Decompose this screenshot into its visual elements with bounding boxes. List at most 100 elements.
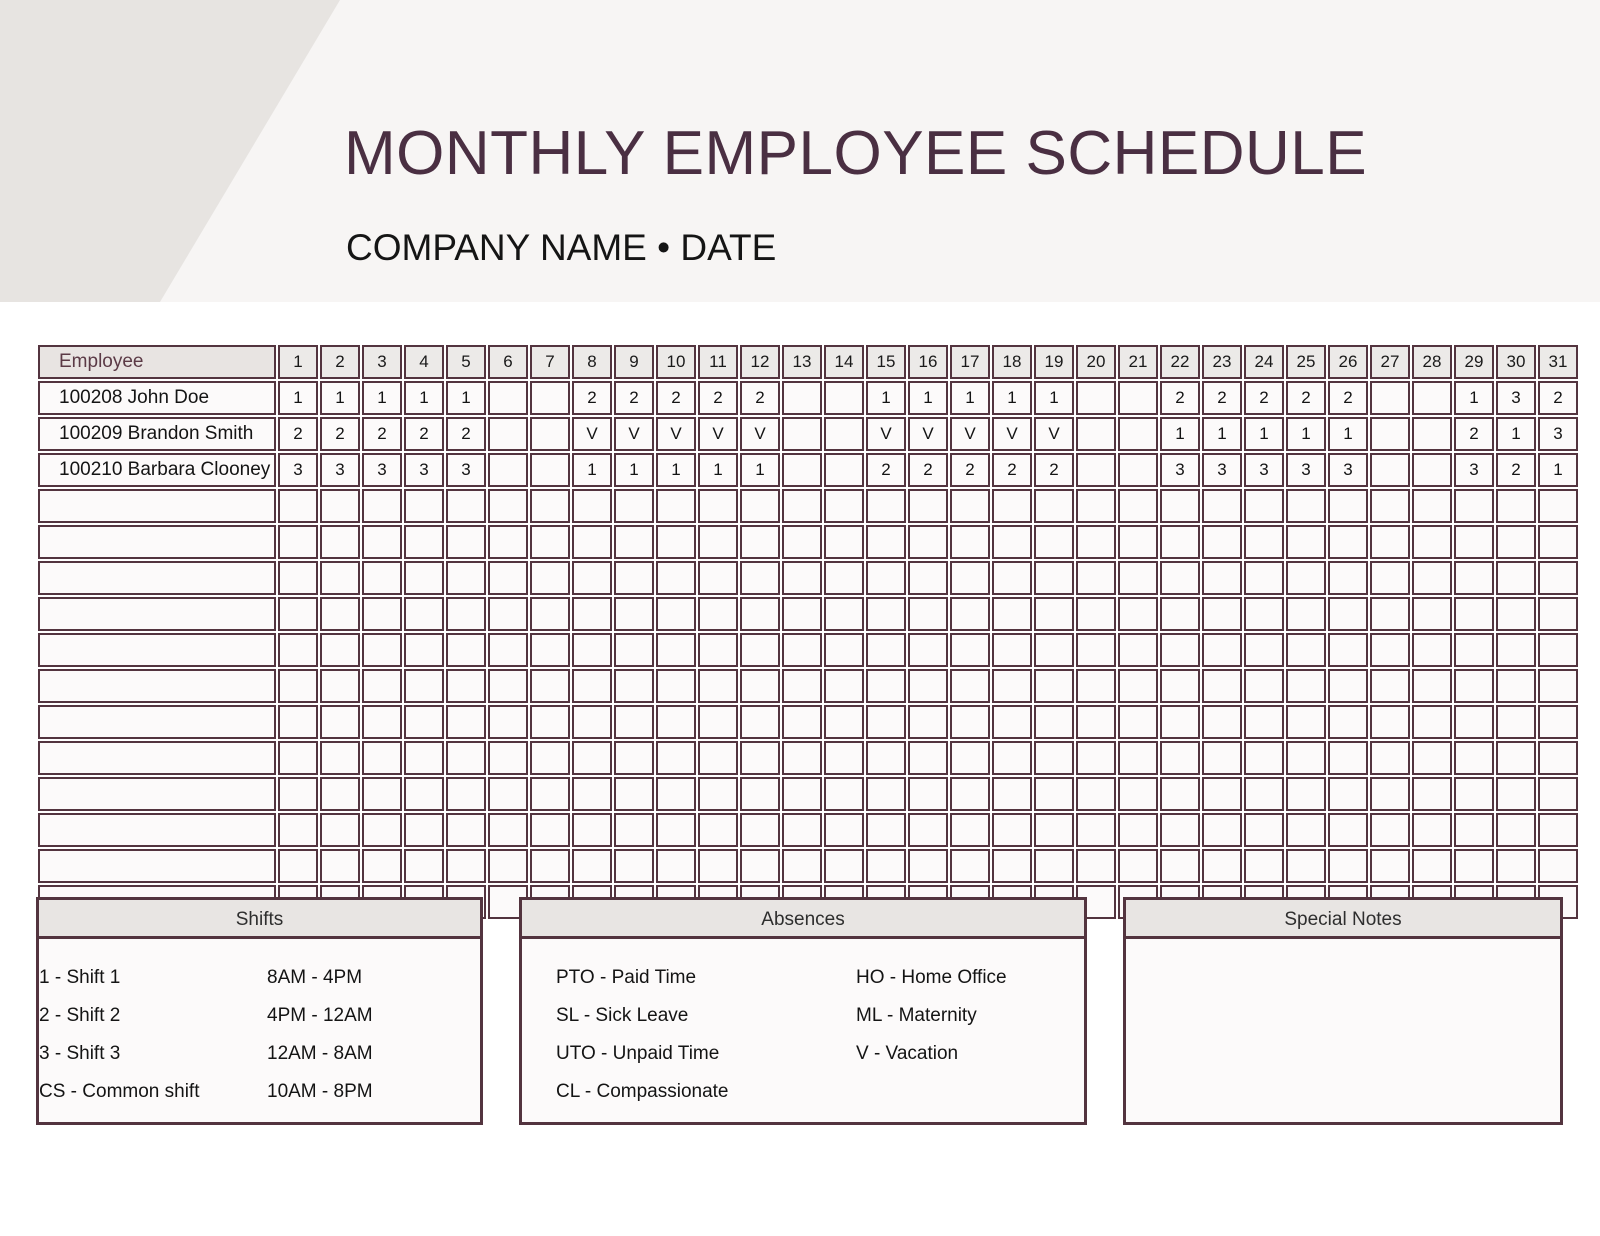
schedule-cell[interactable]: [1286, 525, 1326, 559]
schedule-cell[interactable]: [404, 705, 444, 739]
schedule-cell[interactable]: [782, 669, 822, 703]
schedule-cell[interactable]: [320, 813, 360, 847]
schedule-cell[interactable]: [656, 741, 696, 775]
schedule-cell[interactable]: [572, 561, 612, 595]
schedule-cell[interactable]: [530, 381, 570, 415]
schedule-cell[interactable]: [1538, 813, 1578, 847]
schedule-cell[interactable]: [1286, 849, 1326, 883]
schedule-cell[interactable]: [740, 777, 780, 811]
schedule-cell[interactable]: [992, 525, 1032, 559]
schedule-cell[interactable]: [1412, 561, 1452, 595]
schedule-cell[interactable]: [1034, 741, 1074, 775]
schedule-cell[interactable]: V: [572, 417, 612, 451]
schedule-cell[interactable]: [782, 525, 822, 559]
schedule-cell[interactable]: 2: [1496, 453, 1536, 487]
schedule-cell[interactable]: [656, 849, 696, 883]
schedule-cell[interactable]: [278, 777, 318, 811]
schedule-cell[interactable]: [908, 813, 948, 847]
schedule-cell[interactable]: [488, 777, 528, 811]
schedule-cell[interactable]: [572, 777, 612, 811]
schedule-cell[interactable]: [1370, 381, 1410, 415]
schedule-cell[interactable]: [1202, 525, 1242, 559]
schedule-cell[interactable]: V: [908, 417, 948, 451]
schedule-cell[interactable]: [1328, 705, 1368, 739]
schedule-cell[interactable]: 2: [992, 453, 1032, 487]
schedule-cell[interactable]: [1538, 669, 1578, 703]
schedule-cell[interactable]: 3: [1202, 453, 1242, 487]
schedule-cell[interactable]: [1118, 813, 1158, 847]
schedule-cell[interactable]: [1370, 705, 1410, 739]
schedule-cell[interactable]: 2: [740, 381, 780, 415]
schedule-cell[interactable]: [320, 669, 360, 703]
schedule-cell[interactable]: 1: [362, 381, 402, 415]
schedule-cell[interactable]: [278, 561, 318, 595]
schedule-cell[interactable]: [446, 669, 486, 703]
schedule-cell[interactable]: [320, 777, 360, 811]
schedule-cell[interactable]: [1454, 777, 1494, 811]
schedule-cell[interactable]: V: [698, 417, 738, 451]
schedule-cell[interactable]: [1202, 813, 1242, 847]
special-notes-content[interactable]: [1126, 939, 1560, 1122]
employee-name-cell[interactable]: [38, 669, 276, 703]
schedule-cell[interactable]: [320, 705, 360, 739]
employee-name-cell[interactable]: [38, 561, 276, 595]
schedule-cell[interactable]: [1370, 849, 1410, 883]
schedule-cell[interactable]: [1034, 849, 1074, 883]
schedule-cell[interactable]: [824, 489, 864, 523]
schedule-cell[interactable]: [1412, 849, 1452, 883]
schedule-cell[interactable]: [1538, 777, 1578, 811]
schedule-cell[interactable]: [908, 777, 948, 811]
schedule-cell[interactable]: [908, 669, 948, 703]
employee-name-cell[interactable]: [38, 849, 276, 883]
schedule-cell[interactable]: [1370, 525, 1410, 559]
schedule-cell[interactable]: [782, 741, 822, 775]
schedule-cell[interactable]: [1076, 453, 1116, 487]
schedule-cell[interactable]: [698, 597, 738, 631]
schedule-cell[interactable]: [950, 633, 990, 667]
schedule-cell[interactable]: [740, 849, 780, 883]
schedule-cell[interactable]: [572, 849, 612, 883]
schedule-cell[interactable]: 2: [614, 381, 654, 415]
schedule-cell[interactable]: [1496, 669, 1536, 703]
schedule-cell[interactable]: 3: [1160, 453, 1200, 487]
schedule-cell[interactable]: [1118, 741, 1158, 775]
schedule-cell[interactable]: [1118, 777, 1158, 811]
schedule-cell[interactable]: [404, 561, 444, 595]
schedule-cell[interactable]: [404, 597, 444, 631]
schedule-cell[interactable]: [1202, 561, 1242, 595]
schedule-cell[interactable]: [530, 777, 570, 811]
employee-name-cell[interactable]: [38, 813, 276, 847]
schedule-cell[interactable]: [1538, 741, 1578, 775]
employee-name-cell[interactable]: 100210 Barbara Clooney: [38, 453, 276, 487]
schedule-cell[interactable]: [362, 849, 402, 883]
schedule-cell[interactable]: [1118, 381, 1158, 415]
schedule-cell[interactable]: [824, 669, 864, 703]
schedule-cell[interactable]: [1370, 813, 1410, 847]
employee-name-cell[interactable]: [38, 525, 276, 559]
schedule-cell[interactable]: [866, 705, 906, 739]
schedule-cell[interactable]: [992, 741, 1032, 775]
schedule-cell[interactable]: [488, 741, 528, 775]
schedule-cell[interactable]: [614, 489, 654, 523]
schedule-cell[interactable]: [1412, 597, 1452, 631]
schedule-cell[interactable]: [1538, 705, 1578, 739]
schedule-cell[interactable]: [656, 597, 696, 631]
schedule-cell[interactable]: [362, 669, 402, 703]
schedule-cell[interactable]: [1244, 525, 1284, 559]
schedule-cell[interactable]: [1202, 705, 1242, 739]
schedule-cell[interactable]: [1160, 597, 1200, 631]
schedule-cell[interactable]: [278, 813, 318, 847]
schedule-cell[interactable]: [362, 633, 402, 667]
schedule-cell[interactable]: [824, 633, 864, 667]
schedule-cell[interactable]: [1034, 669, 1074, 703]
schedule-cell[interactable]: [530, 669, 570, 703]
schedule-cell[interactable]: [278, 849, 318, 883]
schedule-cell[interactable]: [1454, 813, 1494, 847]
schedule-cell[interactable]: [530, 417, 570, 451]
schedule-cell[interactable]: [782, 561, 822, 595]
schedule-cell[interactable]: [1244, 741, 1284, 775]
schedule-cell[interactable]: [950, 561, 990, 595]
schedule-cell[interactable]: 1: [908, 381, 948, 415]
schedule-cell[interactable]: [1496, 561, 1536, 595]
schedule-cell[interactable]: 3: [1454, 453, 1494, 487]
